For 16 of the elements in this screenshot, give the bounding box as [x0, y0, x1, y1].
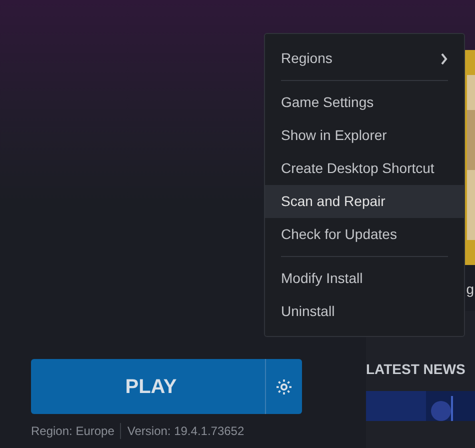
menu-item[interactable]: Uninstall: [265, 295, 464, 328]
play-button[interactable]: PLAY: [31, 359, 302, 414]
menu-item[interactable]: Scan and Repair: [265, 185, 464, 218]
menu-item[interactable]: Show in Explorer: [265, 119, 464, 152]
play-label[interactable]: PLAY: [31, 372, 265, 402]
latest-news-heading: LATEST NEWS: [366, 360, 466, 379]
menu-item[interactable]: Create Desktop Shortcut: [265, 152, 464, 185]
settings-icon: [275, 378, 293, 396]
region-label: Region: Europe: [31, 423, 114, 440]
game-card-title: g: [466, 280, 475, 299]
version-label: Version: 19.4.1.73652: [127, 423, 244, 440]
menu-item[interactable]: Regions: [265, 42, 464, 75]
menu-item[interactable]: Check for Updates: [265, 218, 464, 251]
menu-item[interactable]: Modify Install: [265, 262, 464, 295]
menu-item[interactable]: Game Settings: [265, 86, 464, 119]
chevron-right-icon: [440, 52, 448, 64]
